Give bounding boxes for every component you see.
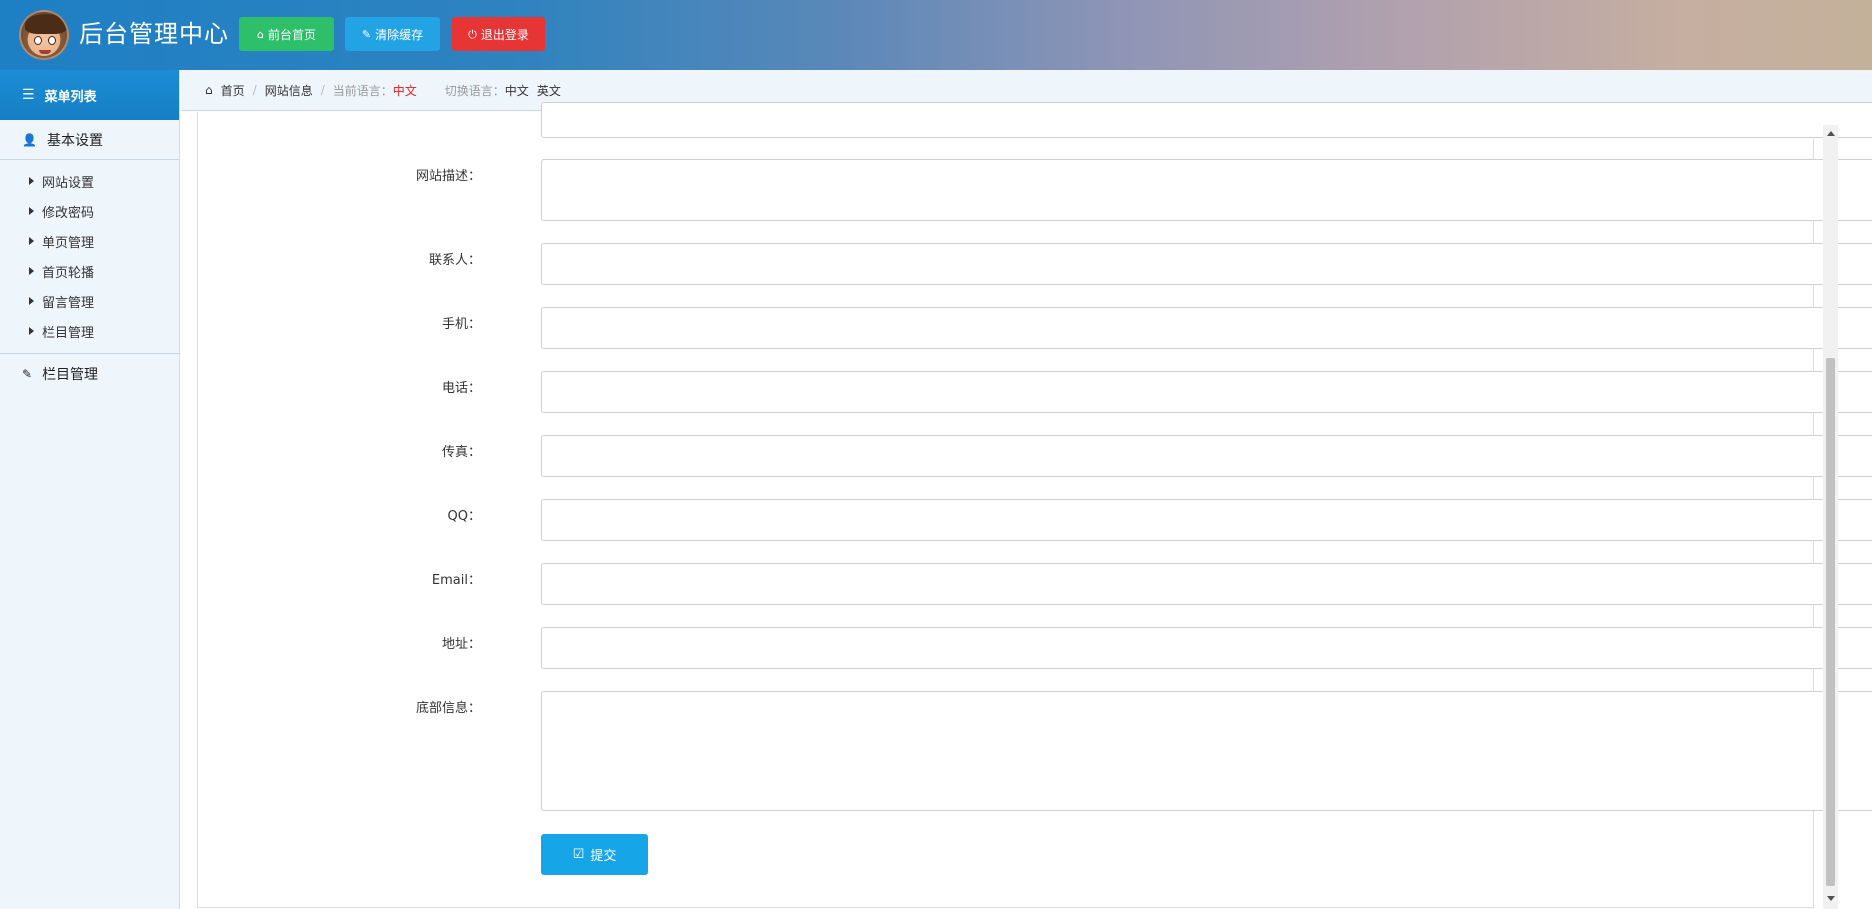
caret-right-icon xyxy=(29,327,34,335)
qq-input[interactable] xyxy=(541,499,1872,541)
current-language-label: 当前语言： xyxy=(332,83,393,98)
current-language-value: 中文 xyxy=(392,83,417,98)
caret-right-icon xyxy=(29,267,34,275)
app-title: 后台管理中心 xyxy=(79,20,229,48)
sidebar-item-label: 首页轮播 xyxy=(42,265,95,281)
contact-input[interactable] xyxy=(541,243,1872,285)
sidebar-item-change-password[interactable]: 修改密码 xyxy=(0,196,179,226)
sidebar-group-label: 栏目管理 xyxy=(42,367,99,383)
switch-language-english[interactable]: 英文 xyxy=(537,82,561,99)
sidebar-item-single-pages[interactable]: 单页管理 xyxy=(0,226,179,256)
sidebar: ☰ 菜单列表 👤 基本设置 网站设置 修改密码 单页管理 首页轮播 留言管理 栏… xyxy=(0,70,180,909)
sidebar-item-label: 栏目管理 xyxy=(42,325,95,341)
phone-label: 电话： xyxy=(441,381,481,396)
caret-right-icon xyxy=(29,297,34,305)
sidebar-item-label: 单页管理 xyxy=(42,235,95,251)
main-content: 网站描述： 联系人： 手机： 电话： 传真： QQ： Email： 地址： 底部… xyxy=(181,102,1872,909)
check-square-icon: ☑ xyxy=(572,847,585,862)
caret-right-icon xyxy=(29,207,34,215)
sidebar-item-label: 修改密码 xyxy=(42,205,95,221)
list-icon: ☰ xyxy=(22,87,35,103)
footer-info-label: 底部信息： xyxy=(415,701,481,716)
clear-cache-button[interactable]: ✎ 清除缓存 xyxy=(345,17,440,51)
email-input[interactable] xyxy=(541,563,1872,605)
form-panel: 网站描述： 联系人： 手机： 电话： 传真： QQ： Email： 地址： 底部… xyxy=(197,102,1872,908)
caret-right-icon xyxy=(29,177,34,185)
frontend-home-button[interactable]: ⌂ 前台首页 xyxy=(239,17,334,51)
sidebar-item-messages[interactable]: 留言管理 xyxy=(0,286,179,316)
breadcrumb-separator: / xyxy=(252,83,257,97)
avatar xyxy=(19,10,69,60)
switch-language-chinese[interactable]: 中文 xyxy=(505,82,529,99)
switch-language-label: 切换语言： xyxy=(444,83,505,98)
breadcrumb-separator: / xyxy=(320,83,325,97)
user-icon: 👤 xyxy=(22,132,37,147)
caret-right-icon xyxy=(29,237,34,245)
address-input[interactable] xyxy=(541,627,1872,669)
qq-label: QQ： xyxy=(447,509,481,524)
breadcrumb-home[interactable]: 首页 xyxy=(221,82,245,99)
wrench-icon: ✎ xyxy=(361,27,372,41)
menu-header: ☰ 菜单列表 xyxy=(0,70,179,120)
home-icon: ⌂ xyxy=(205,83,213,97)
frontend-home-label: 前台首页 xyxy=(267,27,316,42)
sidebar-group-label: 基本设置 xyxy=(46,132,103,149)
previous-textarea[interactable] xyxy=(541,102,1872,138)
menu-title: 菜单列表 xyxy=(44,89,97,105)
breadcrumb-current[interactable]: 网站信息 xyxy=(265,82,313,99)
address-label: 地址： xyxy=(441,637,481,652)
sidebar-item-site-settings[interactable]: 网站设置 xyxy=(0,166,179,196)
phone-input[interactable] xyxy=(541,371,1872,413)
sidebar-item-label: 网站设置 xyxy=(42,175,95,191)
description-textarea[interactable] xyxy=(541,159,1872,221)
sidebar-item-columns[interactable]: 栏目管理 xyxy=(0,316,179,346)
sidebar-item-label: 留言管理 xyxy=(42,295,95,311)
sidebar-submenu: 网站设置 修改密码 单页管理 首页轮播 留言管理 栏目管理 xyxy=(0,160,179,354)
top-header: 后台管理中心 ⌂ 前台首页 ✎ 清除缓存 ⏻ 退出登录 xyxy=(0,0,1872,70)
footer-info-textarea[interactable] xyxy=(541,691,1872,811)
mobile-label: 手机： xyxy=(441,317,481,332)
sidebar-group-basic-settings[interactable]: 👤 基本设置 xyxy=(0,120,179,160)
power-icon: ⏻ xyxy=(468,27,477,41)
edit-icon: ✎ xyxy=(22,367,33,381)
home-icon: ⌂ xyxy=(257,27,264,41)
contact-label: 联系人： xyxy=(428,253,481,268)
fax-label: 传真： xyxy=(441,445,481,460)
submit-label: 提交 xyxy=(590,849,617,864)
submit-button[interactable]: ☑ 提交 xyxy=(541,834,648,875)
scrollbar-thumb[interactable] xyxy=(1826,358,1835,886)
sidebar-item-home-carousel[interactable]: 首页轮播 xyxy=(0,256,179,286)
fax-input[interactable] xyxy=(541,435,1872,477)
scroll-down-arrow-icon[interactable] xyxy=(1823,890,1838,907)
logout-button[interactable]: ⏻ 退出登录 xyxy=(452,17,545,51)
sidebar-group-column-management[interactable]: ✎ 栏目管理 xyxy=(0,354,179,394)
clear-cache-label: 清除缓存 xyxy=(375,27,424,42)
mobile-input[interactable] xyxy=(541,307,1872,349)
description-label: 网站描述： xyxy=(415,169,481,184)
email-label: Email： xyxy=(431,573,481,588)
scroll-up-arrow-icon[interactable] xyxy=(1823,125,1838,142)
logout-label: 退出登录 xyxy=(480,27,529,42)
